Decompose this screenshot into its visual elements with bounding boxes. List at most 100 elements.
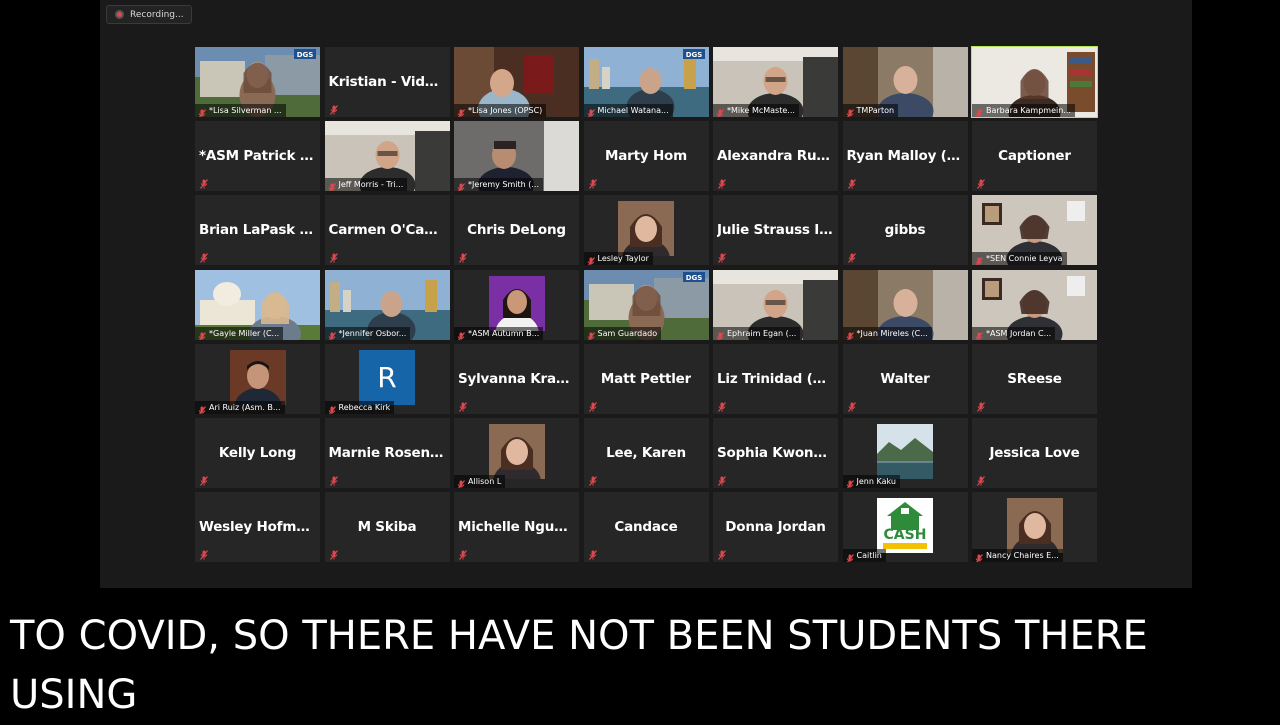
participant-tile[interactable]: Wesley Hofmann [195, 492, 320, 563]
muted-microphone-icon [329, 547, 338, 560]
participant-tile[interactable]: CASH Caitlin [842, 492, 968, 563]
participant-name-label: *ASM Autumn B... [454, 326, 544, 340]
participant-name: gibbs [884, 222, 926, 239]
participant-tile[interactable]: DGS Michael Watana... [583, 47, 709, 117]
participant-tile[interactable]: *Jennifer Osbor... [324, 269, 450, 340]
participant-tile[interactable]: *Juan Mireles (C... [842, 269, 968, 340]
participant-gallery: DGS *Lisa Silverman ... Kristian - Video..… [195, 46, 1099, 568]
participant-tile[interactable]: M Skiba [324, 492, 450, 563]
participant-tile[interactable]: *ASM Autumn B... [454, 269, 579, 340]
participant-tile[interactable]: Kelly Long [195, 417, 320, 488]
muted-microphone-icon [588, 176, 597, 190]
participant-tile[interactable]: Barbara Kampmein... [971, 46, 1098, 118]
participant-tile[interactable]: Julie Strauss I H... [713, 195, 838, 266]
participant-tile[interactable]: *ASM Jordan C... [972, 269, 1097, 340]
participant-tile[interactable]: Liz Trinidad (OP... [713, 343, 838, 414]
participant-name-label: Ari Ruiz (Asm. B... [195, 400, 285, 414]
participant-tile[interactable]: *SEN Connie Leyva [972, 195, 1097, 266]
muted-microphone-icon [846, 106, 854, 117]
participant-name: Jessica Love [989, 444, 1080, 461]
participant-tile[interactable]: *Gayle Miller (C... [195, 269, 320, 340]
participant-name: Kelly Long [218, 444, 297, 461]
zoom-gallery-window: Recording... DGS *Lisa Silverman ... Krist… [100, 0, 1192, 588]
participant-name: Michelle Nguyen [458, 519, 575, 536]
participant-name-label: *Lisa Jones (OPSC) [454, 104, 547, 117]
participant-tile[interactable]: Allison L [454, 417, 579, 488]
participant-tile[interactable]: Captioner [972, 121, 1097, 192]
participant-tile[interactable]: Sophia Kwong... [713, 417, 838, 488]
participant-profile-picture [1006, 498, 1063, 554]
participant-name: Marty Hom [605, 148, 687, 165]
muted-microphone-icon [198, 329, 206, 340]
participant-tile[interactable]: Lesley Taylor [583, 195, 709, 266]
participant-tile[interactable]: Matt Pettler [583, 343, 709, 414]
participant-tile[interactable]: Jenn Kaku [842, 417, 968, 488]
participant-tile[interactable]: DGS Sam Guardado [583, 269, 709, 340]
participant-tile[interactable]: Nancy Chaires E... [972, 492, 1097, 563]
participant-tile[interactable]: Brian LaPask -... [195, 195, 320, 266]
muted-microphone-icon [716, 329, 724, 340]
participant-name: Alexandra Ruilo... [717, 148, 834, 165]
recording-indicator[interactable]: Recording... [106, 5, 192, 24]
muted-microphone-icon [846, 329, 854, 340]
participant-tile[interactable]: *Lisa Jones (OPSC) [454, 47, 579, 117]
participant-name: Kristian - Video... [328, 74, 446, 90]
muted-microphone-icon [200, 250, 208, 264]
participant-name-label: *Lisa Silverman ... [195, 104, 286, 117]
participant-tile[interactable]: Ephraim Egan (... [713, 269, 838, 340]
muted-microphone-icon [200, 547, 208, 560]
muted-microphone-icon [975, 106, 983, 117]
participant-name-label: *Juan Mireles (C... [842, 326, 932, 340]
participant-tile[interactable]: R Rebecca Kirk [324, 343, 450, 414]
muted-microphone-icon [457, 180, 465, 192]
participant-name: *ASM Patrick O'... [199, 148, 316, 165]
participant-name-label: Michael Watana... [583, 104, 673, 117]
muted-microphone-icon [459, 399, 467, 412]
participant-tile[interactable]: Chris DeLong [454, 195, 579, 266]
muted-microphone-icon [846, 477, 854, 488]
participant-tile[interactable]: *Jeremy Smith (... [454, 121, 579, 192]
recording-label: Recording... [130, 9, 184, 20]
muted-microphone-icon [718, 399, 726, 412]
participant-name: Sophia Kwong... [717, 444, 834, 461]
participant-name-label: Nancy Chaires E... [972, 549, 1063, 563]
participant-name-label: Sam Guardado [583, 326, 662, 340]
participant-tile[interactable]: Candace [583, 492, 709, 563]
record-icon [115, 10, 124, 19]
participant-name: Matt Pettler [600, 370, 692, 387]
participant-name-label: *Mike McMaste... [713, 104, 799, 117]
participant-tile[interactable]: Marty Hom [583, 121, 709, 192]
muted-microphone-icon [847, 250, 856, 264]
muted-microphone-icon [457, 106, 465, 117]
participant-tile[interactable]: Sylvanna Krawc... [454, 343, 579, 414]
participant-tile[interactable]: Lee, Karen [583, 417, 709, 488]
participant-name-label: *Jeremy Smith (... [454, 178, 543, 192]
muted-microphone-icon [328, 329, 336, 340]
participant-tile[interactable]: gibbs [842, 195, 968, 266]
participant-name-label: *SEN Connie Leyva [972, 252, 1067, 266]
participant-tile[interactable]: Ari Ruiz (Asm. B... [195, 343, 320, 414]
muted-microphone-icon [846, 551, 854, 563]
participant-tile[interactable]: *Mike McMaste... [713, 47, 838, 117]
participant-tile[interactable]: Walter [842, 343, 968, 414]
participant-tile[interactable]: Carmen O'Campo [324, 195, 450, 266]
participant-tile[interactable]: DGS *Lisa Silverman ... [195, 47, 320, 117]
muted-microphone-icon [457, 477, 465, 488]
participant-tile[interactable]: Jeff Morris - Tri... [324, 121, 450, 192]
participant-tile[interactable]: Marnie Rosenst... [324, 417, 450, 488]
muted-microphone-icon [459, 250, 467, 264]
participant-name: Carmen O'Campo [328, 222, 446, 239]
participant-tile[interactable]: Michelle Nguyen [454, 492, 579, 563]
participant-tile[interactable]: Ryan Malloy (O... [842, 121, 968, 192]
participant-tile[interactable]: TMParton [842, 47, 968, 117]
participant-tile[interactable]: Alexandra Ruilo... [713, 121, 838, 192]
participant-tile[interactable]: *ASM Patrick O'... [195, 121, 320, 192]
participant-tile[interactable]: Donna Jordan [713, 492, 838, 563]
participant-tile[interactable]: Kristian - Video... [324, 47, 450, 117]
participant-tile[interactable]: SReese [972, 343, 1097, 414]
muted-microphone-icon [977, 399, 985, 412]
muted-microphone-icon [200, 473, 208, 486]
participant-tile[interactable]: Jessica Love [972, 417, 1097, 488]
participant-name: Julie Strauss I H... [717, 222, 834, 239]
muted-microphone-icon [328, 180, 336, 192]
